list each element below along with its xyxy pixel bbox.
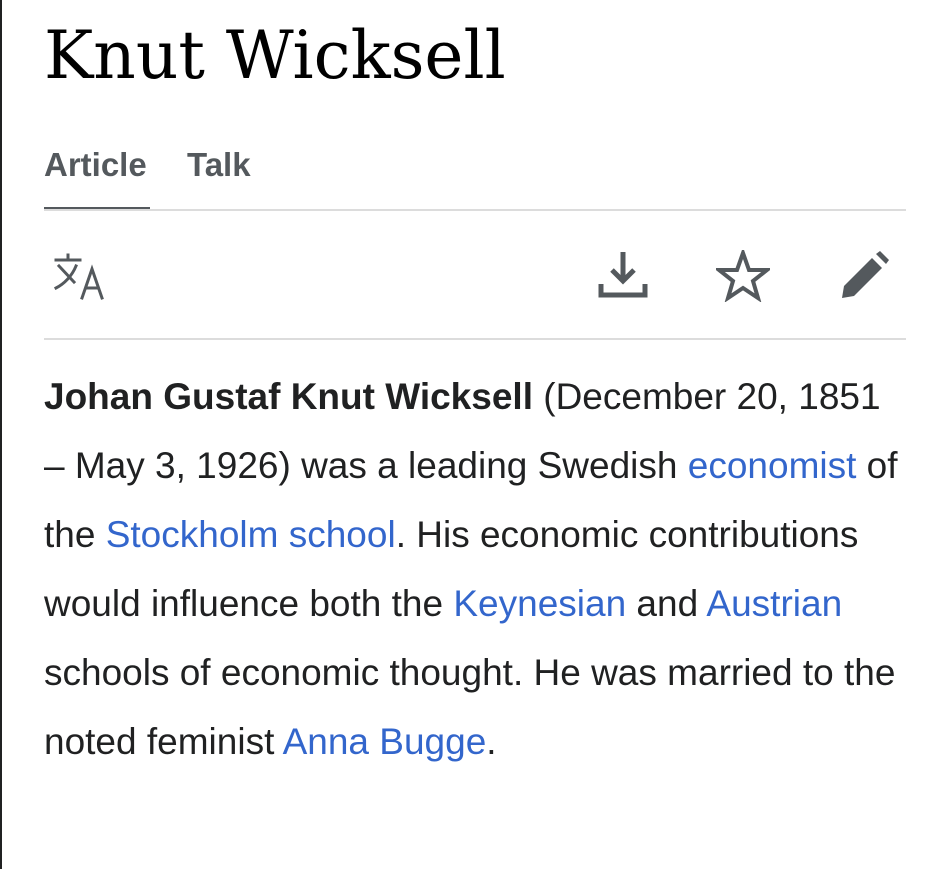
- window-edge: [0, 0, 2, 869]
- link-economist[interactable]: economist: [688, 445, 857, 486]
- tab-article[interactable]: Article: [44, 143, 147, 187]
- download-icon[interactable]: [596, 250, 650, 302]
- lead-text: and: [626, 583, 707, 624]
- star-icon[interactable]: [716, 250, 770, 302]
- page-title: Knut Wicksell: [44, 17, 506, 94]
- lead-text: .: [486, 721, 497, 762]
- tab-talk[interactable]: Talk: [187, 143, 251, 187]
- link-stockholm-school[interactable]: Stockholm school: [106, 514, 396, 555]
- edit-icon[interactable]: [838, 250, 892, 302]
- link-anna-bugge[interactable]: Anna Bugge: [283, 721, 487, 762]
- lead-paragraph: Johan Gustaf Knut Wicksell (December 20,…: [44, 362, 906, 776]
- page-tabs: Article Talk: [44, 143, 906, 211]
- toolbar-divider: [44, 338, 906, 340]
- link-austrian[interactable]: Austrian: [706, 583, 842, 624]
- link-keynesian[interactable]: Keynesian: [453, 583, 626, 624]
- article-subject: Johan Gustaf Knut Wicksell: [44, 376, 533, 417]
- tabs-divider: [44, 209, 906, 211]
- language-icon[interactable]: [52, 252, 112, 302]
